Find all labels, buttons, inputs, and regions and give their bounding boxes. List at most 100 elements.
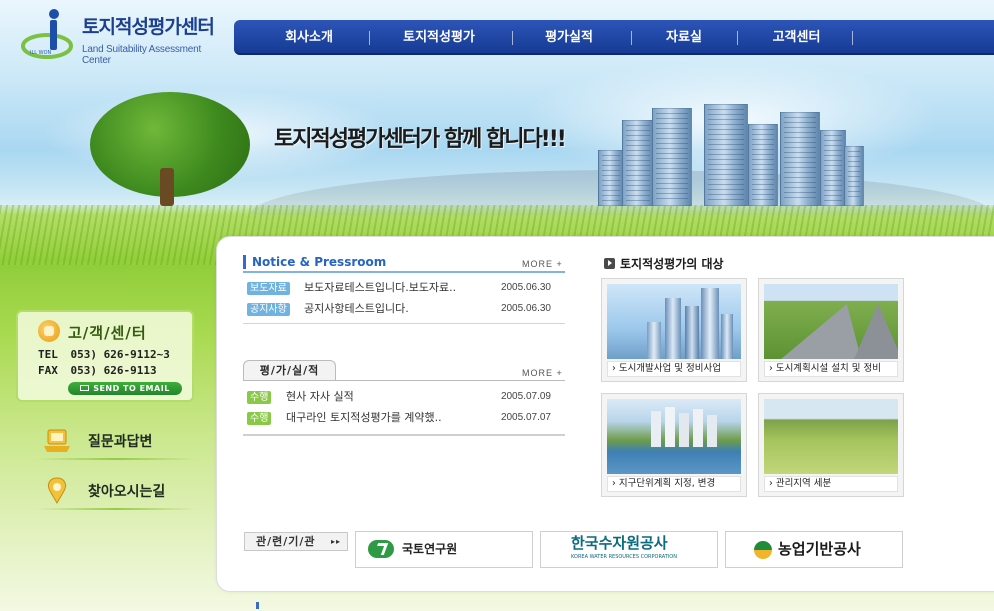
org-link-krihs[interactable]: 국토연구원 bbox=[355, 531, 533, 568]
target-caption: › 도시개발사업 및 정비사업 bbox=[607, 361, 741, 377]
logo-title: 토지적성평가센터 bbox=[82, 16, 215, 38]
tel-label: TEL bbox=[38, 348, 58, 361]
map-pin-icon bbox=[47, 477, 67, 504]
related-orgs-label-text: 관/련/기/관 bbox=[256, 535, 316, 548]
side-link-qna-label: 질문과답변 bbox=[88, 434, 153, 450]
performance-item-date: 2005.07.09 bbox=[500, 391, 551, 402]
nav-item-assessment[interactable]: 토지적성평가 bbox=[389, 20, 489, 55]
envelope-icon bbox=[80, 385, 90, 391]
performance-item-text: 대구라인 토지적성평가를 계약했.. bbox=[286, 411, 442, 424]
notice-tag: 공지사항 bbox=[247, 303, 290, 316]
nav-item-company[interactable]: 회사소개 bbox=[264, 20, 354, 55]
performance-item[interactable]: 수행 대구라인 토지적성평가를 계약했.. 2005.07.07 bbox=[247, 411, 557, 427]
org-subname: KOREA WATER RESOURCES CORPORATION bbox=[571, 554, 677, 560]
double-chevron-icon: ▸▸ bbox=[330, 537, 341, 546]
performance-bottom-divider bbox=[243, 434, 565, 436]
nav-divider bbox=[369, 31, 370, 45]
side-link-underline bbox=[36, 508, 196, 510]
performance-item[interactable]: 수행 현사 자사 실적 2005.07.09 bbox=[247, 390, 557, 406]
send-email-button[interactable]: SEND TO EMAIL bbox=[68, 382, 182, 395]
side-link-directions-label: 찾아오시는길 bbox=[88, 484, 166, 500]
org-name: 농업기반공사 bbox=[778, 540, 861, 558]
building bbox=[748, 124, 778, 206]
performance-tab[interactable]: 평/가/실/적 bbox=[243, 360, 336, 381]
tel-number: 053) 626-9112~3 bbox=[70, 348, 170, 361]
phone-icon bbox=[38, 320, 60, 342]
notice-divider bbox=[243, 323, 565, 324]
fax-label: FAX bbox=[38, 364, 58, 377]
nav-item-performance[interactable]: 평가실적 bbox=[524, 20, 614, 55]
notice-item-text: 보도자료테스트입니다.보도자료.. bbox=[304, 281, 457, 294]
building bbox=[820, 130, 846, 206]
building bbox=[704, 104, 748, 206]
fax-line: FAX 053) 626-9113 bbox=[38, 364, 157, 377]
karico-logo-icon bbox=[754, 541, 772, 559]
performance-item-text: 현사 자사 실적 bbox=[286, 390, 354, 403]
tel-line: TEL 053) 626-9112~3 bbox=[38, 348, 170, 361]
nav-divider bbox=[737, 31, 738, 45]
org-name: 국토연구원 bbox=[402, 542, 458, 556]
logo-mark-text: ILL WON bbox=[30, 50, 52, 56]
org-link-karico[interactable]: 농업기반공사 bbox=[725, 531, 903, 568]
customer-center-title: 고/객/센/터 bbox=[68, 324, 147, 342]
target-caption-text: 도시계획시설 설치 및 정비 bbox=[775, 363, 882, 374]
highway-image bbox=[764, 284, 898, 359]
targets-title-text: 토지적성평가의 대상 bbox=[620, 257, 724, 271]
nav-divider bbox=[631, 31, 632, 45]
target-card-district-unit[interactable]: › 지구단위계획 지정, 변경 bbox=[601, 393, 747, 497]
notice-item-date: 2005.06.30 bbox=[500, 282, 551, 293]
nav-divider bbox=[852, 31, 853, 45]
logo-subtitle: Land Suitability Assessment Center bbox=[82, 44, 202, 66]
side-link-qna[interactable]: 질문과답변 bbox=[36, 422, 196, 462]
target-card-management-area[interactable]: › 관리지역 세분 bbox=[758, 393, 904, 497]
performance-tag: 수행 bbox=[247, 412, 272, 425]
related-orgs-label: 관/련/기/관 ▸▸ bbox=[244, 532, 348, 551]
city-skyline-image bbox=[607, 284, 741, 359]
building bbox=[844, 146, 864, 206]
org-link-kwater[interactable]: 한국수자원공사 KOREA WATER RESOURCES CORPORATIO… bbox=[540, 531, 718, 568]
notice-more-link[interactable]: MORE + bbox=[522, 259, 563, 269]
send-email-label: SEND TO EMAIL bbox=[93, 384, 170, 393]
nav-item-archive[interactable]: 자료실 bbox=[644, 20, 724, 55]
target-caption: › 지구단위계획 지정, 변경 bbox=[607, 476, 741, 492]
site-logo[interactable]: ILL WON 토지적성평가센터 Land Suitability Assess… bbox=[18, 4, 228, 66]
customer-center-box: 고/객/센/터 TEL 053) 626-9112~3 FAX 053) 626… bbox=[16, 310, 194, 402]
nav-item-customer-center[interactable]: 고객센터 bbox=[749, 20, 844, 55]
target-caption-text: 지구단위계획 지정, 변경 bbox=[618, 478, 716, 489]
main-navigation: 회사소개 토지적성평가 평가실적 자료실 고객센터 bbox=[234, 20, 994, 55]
nav-divider bbox=[512, 31, 513, 45]
krihs-logo-icon bbox=[368, 540, 394, 558]
farmland-image bbox=[764, 399, 898, 474]
targets-title: 토지적성평가의 대상 bbox=[604, 255, 724, 272]
target-card-urban-facilities[interactable]: › 도시계획시설 설치 및 정비 bbox=[758, 278, 904, 382]
play-icon bbox=[604, 258, 615, 269]
target-caption-text: 관리지역 세분 bbox=[775, 478, 832, 489]
performance-item-date: 2005.07.07 bbox=[500, 412, 551, 423]
riverside-apartments-image bbox=[607, 399, 741, 474]
tree-trunk bbox=[160, 168, 174, 206]
performance-tag: 수행 bbox=[247, 391, 272, 404]
target-caption-text: 도시개발사업 및 정비사업 bbox=[618, 363, 722, 374]
logo-icon: ILL WON bbox=[21, 9, 73, 59]
footer-marker bbox=[256, 602, 259, 609]
notice-item-date: 2005.06.30 bbox=[500, 303, 551, 314]
building bbox=[780, 112, 820, 206]
notice-title: Notice & Pressroom bbox=[243, 255, 386, 269]
notice-item[interactable]: 공지사항 공지사항테스트입니다. 2005.06.30 bbox=[247, 302, 557, 318]
fax-number: 053) 626-9113 bbox=[70, 364, 157, 377]
performance-divider bbox=[243, 380, 565, 381]
notice-item-text: 공지사항테스트입니다. bbox=[304, 302, 409, 315]
banner-slogan: 토지적성평가센터가 함께 합니다!!! bbox=[274, 127, 567, 152]
building bbox=[598, 150, 624, 206]
target-card-urban-development[interactable]: › 도시개발사업 및 정비사업 bbox=[601, 278, 747, 382]
target-caption: › 도시계획시설 설치 및 정비 bbox=[764, 361, 898, 377]
notice-header: Notice & Pressroom MORE + bbox=[243, 255, 565, 273]
laptop-icon bbox=[44, 429, 70, 452]
building bbox=[622, 120, 654, 206]
performance-more-link[interactable]: MORE + bbox=[522, 368, 563, 378]
notice-item[interactable]: 보도자료 보도자료테스트입니다.보도자료.. 2005.06.30 bbox=[247, 281, 557, 297]
side-link-underline bbox=[36, 458, 196, 460]
notice-tag: 보도자료 bbox=[247, 282, 290, 295]
building bbox=[652, 108, 692, 206]
side-link-directions[interactable]: 찾아오시는길 bbox=[36, 472, 196, 512]
